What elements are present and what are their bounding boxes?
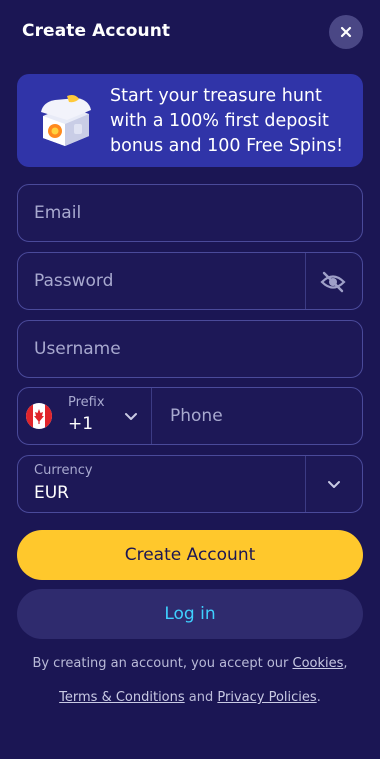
promo-banner: Start your treasure hunt with a 100% fir… — [17, 74, 363, 167]
phone-field: Prefix +1 Phone — [17, 387, 363, 445]
close-icon — [340, 26, 352, 38]
legal-comma: , — [343, 656, 348, 671]
legal-and: and — [184, 690, 218, 705]
email-field[interactable]: Email — [17, 184, 363, 242]
cookies-link[interactable]: Cookies — [293, 656, 344, 671]
password-placeholder: Password — [34, 271, 114, 291]
close-button[interactable] — [329, 15, 363, 49]
legal-period: . — [316, 690, 321, 705]
chevron-down-icon — [328, 481, 340, 488]
login-button[interactable]: Log in — [17, 589, 363, 639]
currency-select[interactable]: Currency EUR — [17, 455, 363, 513]
password-field[interactable]: Password — [17, 252, 363, 310]
legal-text: By creating an account, you accept our — [32, 656, 293, 671]
email-placeholder: Email — [34, 203, 82, 223]
terms-link[interactable]: Terms & Conditions — [59, 690, 185, 705]
currency-label: Currency — [34, 463, 93, 478]
prefix-label: Prefix — [68, 395, 105, 410]
legal-line-2: Terms & Conditions and Privacy Policies. — [17, 690, 363, 705]
phone-divider — [151, 388, 152, 444]
banner-text: Start your treasure hunt with a 100% fir… — [110, 86, 344, 156]
create-account-button[interactable]: Create Account — [17, 530, 363, 580]
page-title: Create Account — [22, 21, 171, 41]
phone-input[interactable]: Phone — [170, 406, 223, 426]
currency-value: EUR — [34, 483, 69, 503]
currency-divider — [305, 456, 306, 512]
prefix-value: +1 — [68, 414, 94, 434]
header: Create Account — [0, 0, 380, 64]
privacy-link[interactable]: Privacy Policies — [217, 690, 316, 705]
treasure-chest-icon — [41, 95, 91, 146]
legal-line-1: By creating an account, you accept our C… — [17, 656, 363, 671]
chevron-down-icon — [125, 413, 137, 420]
username-field[interactable]: Username — [17, 320, 363, 378]
username-placeholder: Username — [34, 339, 121, 359]
password-divider — [305, 253, 306, 309]
eye-off-icon[interactable] — [320, 270, 346, 294]
prefix-selector[interactable]: Prefix +1 — [18, 388, 151, 444]
canada-flag-icon — [26, 403, 52, 429]
